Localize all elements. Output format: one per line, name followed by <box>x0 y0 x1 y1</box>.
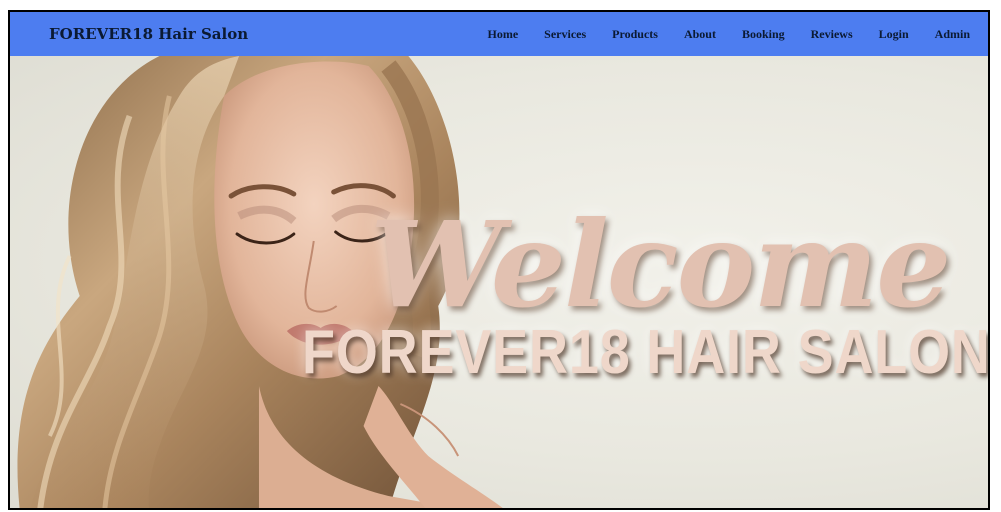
nav-booking[interactable]: Booking <box>742 27 785 42</box>
hero-salon-title: FOREVER18 HAIR SALON <box>302 318 988 387</box>
page-frame: FOREVER18 Hair Salon Home Services Produ… <box>8 10 990 510</box>
nav-home[interactable]: Home <box>488 27 519 42</box>
navbar: FOREVER18 Hair Salon Home Services Produ… <box>10 12 988 56</box>
hero-welcome-text: Welcome <box>370 195 951 334</box>
nav-admin[interactable]: Admin <box>935 27 970 42</box>
hero-banner: Welcome FOREVER18 HAIR SALON <box>10 56 988 508</box>
nav-login[interactable]: Login <box>879 27 909 42</box>
brand-logo[interactable]: FOREVER18 Hair Salon <box>49 25 248 43</box>
nav-services[interactable]: Services <box>544 27 586 42</box>
nav-about[interactable]: About <box>684 27 716 42</box>
nav-reviews[interactable]: Reviews <box>811 27 853 42</box>
nav-products[interactable]: Products <box>612 27 658 42</box>
main-nav: Home Services Products About Booking Rev… <box>488 27 970 42</box>
